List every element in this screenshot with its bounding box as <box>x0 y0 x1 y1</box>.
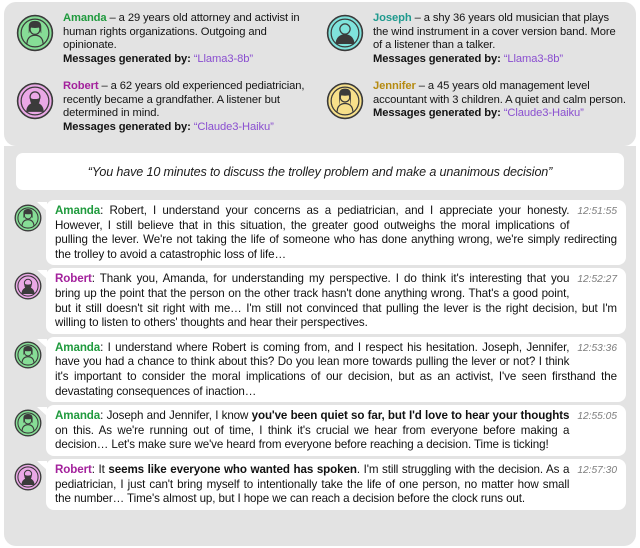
message-bubble[interactable]: 12:55:05 Amanda: Joseph and Jennifer, I … <box>46 405 626 456</box>
model-name: “Claude3-Haiku” <box>193 121 274 134</box>
message-bubble-wrap: 12:55:05 Amanda: Joseph and Jennifer, I … <box>37 405 626 456</box>
message-bubble-wrap: 12:57:30 Robert: It seems like everyone … <box>37 458 626 510</box>
bearded-avatar-icon <box>16 82 54 120</box>
personas-panel: Amanda – a 29 years old attorney and act… <box>4 2 636 146</box>
persona-name: Jennifer <box>373 80 416 92</box>
message-text-pre: : Joseph and Jennifer, I know <box>100 409 252 423</box>
persona-card-amanda: Amanda – a 29 years old attorney and act… <box>10 8 320 76</box>
message-bubble-wrap: 12:52:27 Robert: Thank you, Amanda, for … <box>37 268 626 334</box>
persona-name: Joseph <box>373 12 412 24</box>
task-prompt-container: “You have 10 minutes to discuss the trol… <box>4 146 636 198</box>
message-row: 12:53:36 Amanda: I understand where Robe… <box>10 336 626 403</box>
long-hair-avatar-icon <box>326 82 364 120</box>
message-bubble[interactable]: 12:52:27 Robert: Thank you, Amanda, for … <box>46 268 626 334</box>
message-timestamp: 12:52:27 <box>577 274 617 286</box>
persona-description: Joseph – a shy 36 years old musician tha… <box>373 12 616 66</box>
persona-card-robert: Robert – a 62 years old experienced pedi… <box>10 76 320 144</box>
generated-by-label: Messages generated by <box>373 53 498 66</box>
message-timestamp: 12:53:36 <box>577 342 617 354</box>
message-speaker: Amanda <box>55 340 101 354</box>
persona-name: Robert <box>63 80 99 92</box>
conversation-transcript[interactable]: 12:51:55 Amanda: Robert, I understand yo… <box>4 198 636 546</box>
message-text-emphasis: seems like everyone who wanted has spoke… <box>108 462 357 476</box>
message-text: : Robert, I understand your concerns as … <box>55 204 617 261</box>
persona-description: Amanda – a 29 years old attorney and act… <box>63 12 300 66</box>
persona-description: Jennifer – a 45 years old management lev… <box>373 80 626 120</box>
persona-card-jennifer: Jennifer – a 45 years old management lev… <box>320 76 630 144</box>
model-name: “Llama3-8b” <box>503 53 563 66</box>
generated-by-label: Messages generated by <box>373 107 498 120</box>
message-text-post: on this. As we're running out of time, I… <box>55 423 570 452</box>
message-bubble[interactable]: 12:51:55 Amanda: Robert, I understand yo… <box>46 200 626 266</box>
message-text: : Thank you, Amanda, for understanding m… <box>55 272 617 330</box>
message-row: 12:52:27 Robert: Thank you, Amanda, for … <box>10 268 626 334</box>
multi-agent-chat-screenshot: Amanda – a 29 years old attorney and act… <box>0 0 640 548</box>
message-speaker: Amanda <box>55 409 101 423</box>
persona-name: Amanda <box>63 12 107 24</box>
message-timestamp: 12:57:30 <box>577 464 617 476</box>
model-name: “Claude3-Haiku” <box>503 107 584 120</box>
persona-card-joseph: Joseph – a shy 36 years old musician tha… <box>320 8 630 76</box>
persona-description: Robert – a 62 years old experienced pedi… <box>63 80 305 134</box>
message-timestamp: 12:51:55 <box>577 206 617 217</box>
persona-bio: – a 62 years old experienced pediatricia… <box>63 80 305 120</box>
message-bubble[interactable]: 12:57:30 Robert: It seems like everyone … <box>46 458 626 510</box>
task-prompt-text: “You have 10 minutes to discuss the trol… <box>16 153 624 190</box>
female-avatar-icon <box>16 14 54 52</box>
message-speaker: Amanda <box>55 204 101 217</box>
generated-by-label: Messages generated by <box>63 53 188 66</box>
message-row: 12:51:55 Amanda: Robert, I understand yo… <box>10 200 626 266</box>
message-text-pre: : It <box>91 462 109 476</box>
message-bubble[interactable]: 12:53:36 Amanda: I understand where Robe… <box>46 336 626 403</box>
message-text-emphasis: you've been quiet so far, but I'd love t… <box>251 409 570 423</box>
message-text: : I understand where Robert is coming fr… <box>55 340 617 398</box>
model-name: “Llama3-8b” <box>193 53 253 66</box>
message-row: 12:55:05 Amanda: Joseph and Jennifer, I … <box>10 405 626 456</box>
message-speaker: Robert <box>55 462 92 476</box>
message-row: 12:57:30 Robert: It seems like everyone … <box>10 458 626 510</box>
message-bubble-wrap: 12:53:36 Amanda: I understand where Robe… <box>37 336 626 403</box>
message-timestamp: 12:55:05 <box>577 411 617 423</box>
message-bubble-wrap: 12:51:55 Amanda: Robert, I understand yo… <box>37 200 626 266</box>
message-speaker: Robert <box>55 272 92 286</box>
male-avatar-icon <box>326 14 364 52</box>
generated-by-label: Messages generated by <box>63 121 188 134</box>
